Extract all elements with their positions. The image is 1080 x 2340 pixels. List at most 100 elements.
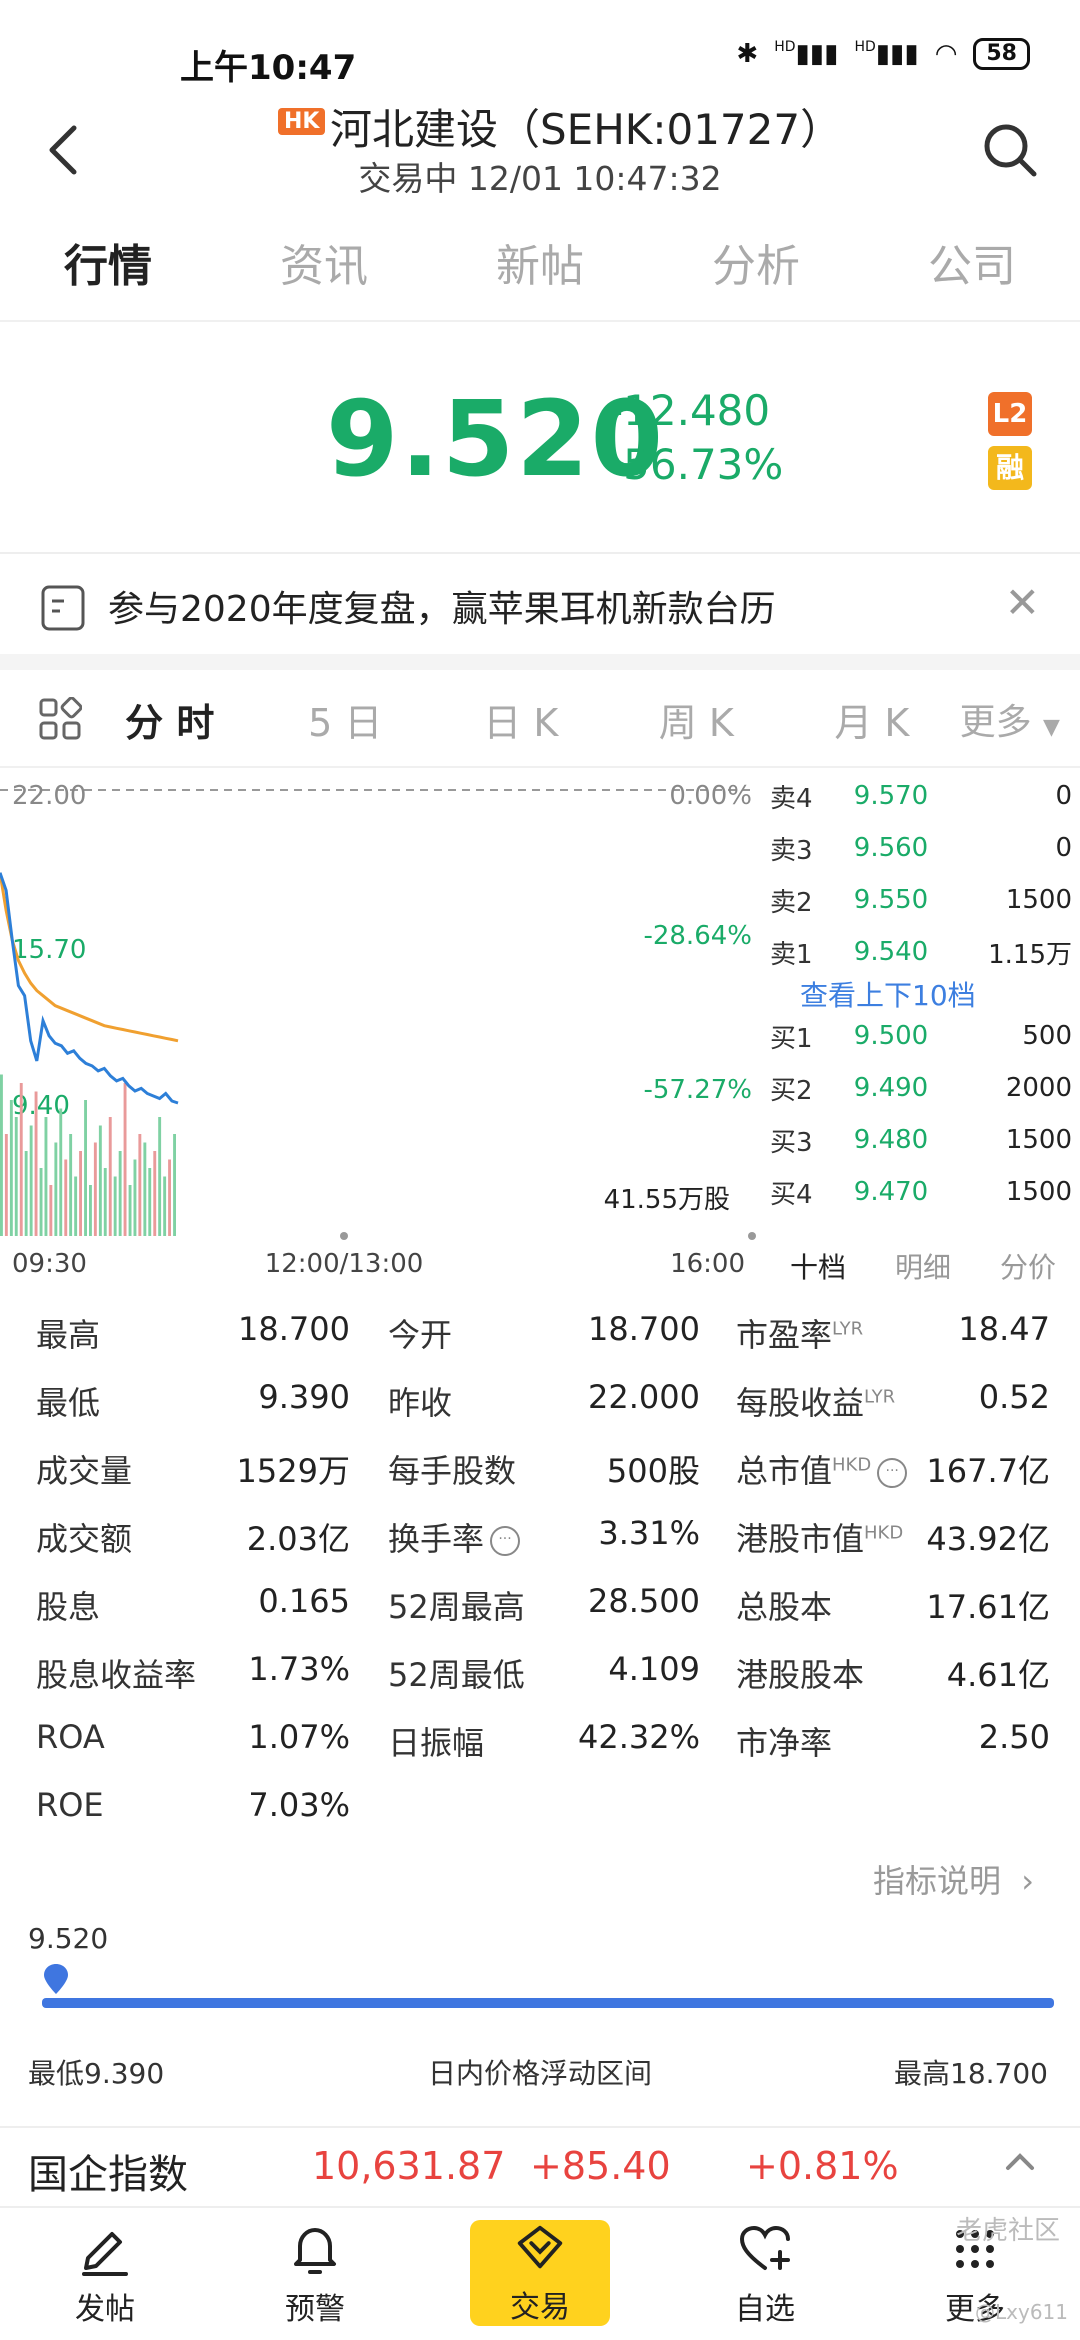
volume-bar <box>84 1100 87 1236</box>
volume-bar <box>19 1083 23 1236</box>
stat-row: ROE 7.03% <box>0 1786 1080 1854</box>
chart-tab-monthly[interactable]: 月 K <box>784 692 960 747</box>
stat-label-text: 港股股本 <box>736 1656 865 1694</box>
index-ticker[interactable]: 国企指数 10,631.87 +85.40 +0.81% <box>0 2126 1080 2204</box>
stat-label-text: 换手率 <box>388 1520 485 1558</box>
ask-side: 卖1 <box>770 939 813 970</box>
diamond-icon <box>517 2225 563 2269</box>
stat-row: ROA 1.07% 日振幅 42.32% 市净率 2.50 <box>0 1718 1080 1786</box>
view-10-levels-link[interactable]: 查看上下10档 <box>800 974 976 1014</box>
chart-tab-more-label: 更多 <box>959 702 1032 743</box>
intraday-chart[interactable]: 22.00 15.70 9.40 0.00% -28.64% -57.27% 4… <box>0 770 760 1290</box>
index-value: 10,631.87 <box>312 2144 506 2188</box>
tab-posts[interactable]: 新帖 <box>432 232 648 320</box>
nav-alert[interactable]: 预警 <box>210 2208 420 2340</box>
more-info-icon[interactable]: ··· <box>490 1526 521 1556</box>
volume-bar <box>133 1159 137 1236</box>
volume-bar <box>143 1142 147 1236</box>
bid-side: 买4 <box>770 1179 813 1210</box>
ask-price: 9.540 <box>853 937 929 967</box>
chart-tab-5day[interactable]: 5 日 <box>258 692 434 747</box>
stat-value: 0.165 <box>258 1582 350 1620</box>
nav-trade-label: 交易 <box>510 2290 570 2325</box>
stat-value: 7.03% <box>248 1786 350 1824</box>
ob-tab-10-levels[interactable]: 十档 <box>790 1246 846 1286</box>
ask-side: 卖2 <box>770 887 813 918</box>
stat-row: 最高 18.700 今开 18.700 市盈率LYR 18.47 <box>0 1310 1080 1378</box>
stat-value: 28.500 <box>588 1582 700 1620</box>
stat-label-text: 日振幅 <box>388 1724 485 1762</box>
stat-label: 市盈率LYR <box>736 1310 863 1356</box>
range-low: 最低9.390 <box>28 2057 165 2090</box>
ask-row: 卖4 9.570 0 <box>770 776 1072 816</box>
tab-quote[interactable]: 行情 <box>0 232 216 320</box>
status-time: 上午10:47 <box>180 48 357 88</box>
order-book-tabs: 十档 明细 分价 <box>790 1246 1080 1286</box>
tab-analysis[interactable]: 分析 <box>648 232 864 320</box>
stat-label: 成交量 <box>36 1446 132 1492</box>
stat-label: 每手股数 <box>388 1446 516 1492</box>
banner-text: 参与2020年度复盘，赢苹果耳机新款台历 <box>108 589 776 630</box>
stat-label-text: 今开 <box>388 1316 453 1354</box>
location-pin-icon <box>44 1964 69 1994</box>
chart-tab-intraday[interactable]: 分 时 <box>82 692 258 747</box>
stat-label: ROE <box>36 1786 104 1824</box>
nav-post-label: 发帖 <box>75 2292 135 2327</box>
bid-volume: 500 <box>1022 1021 1072 1051</box>
bid-side: 买2 <box>770 1075 813 1106</box>
stat-label: 52周最高 <box>388 1582 525 1628</box>
ob-tab-price-dist[interactable]: 分价 <box>1000 1246 1056 1286</box>
ask-volume: 0 <box>1055 833 1072 863</box>
status-icons: ✱ HD▮▮▮ HD▮▮▮ ◠ 58 <box>736 38 1030 70</box>
stat-row: 股息收益率 1.73% 52周最低 4.109 港股股本 4.61亿 <box>0 1650 1080 1718</box>
x-label-open: 09:30 <box>12 1249 87 1279</box>
ob-tab-details[interactable]: 明细 <box>895 1246 951 1286</box>
tab-news[interactable]: 资讯 <box>216 232 432 320</box>
stat-label-text: 最高 <box>36 1316 101 1354</box>
volume-bar <box>93 1142 97 1236</box>
indicator-help-link[interactable]: 指标说明 › <box>873 1856 1034 1902</box>
nav-trade[interactable]: 交易 <box>470 2220 610 2326</box>
chart-tab-daily[interactable]: 日 K <box>433 692 609 747</box>
stat-label-text: 总股本 <box>736 1588 833 1626</box>
margin-badge[interactable]: 融 <box>988 446 1032 490</box>
stat-label: 每股收益LYR <box>736 1378 895 1424</box>
bid-price: 9.500 <box>853 1021 929 1051</box>
tab-company[interactable]: 公司 <box>864 232 1080 320</box>
level2-badge[interactable]: L2 <box>988 392 1032 436</box>
volume-bar <box>69 1134 73 1236</box>
more-info-icon[interactable]: ··· <box>877 1458 908 1488</box>
volume-bar <box>108 1117 112 1236</box>
chart-tab-weekly[interactable]: 周 K <box>609 692 785 747</box>
stat-label-text: ROE <box>36 1786 104 1824</box>
y-pct-mid: -28.64% <box>643 921 752 951</box>
stat-value: 2.03亿 <box>246 1520 350 1558</box>
stat-currency-sup: HKD <box>864 1522 904 1544</box>
chevron-up-icon[interactable] <box>1000 2142 1040 2182</box>
nav-watchlist[interactable]: 自选 <box>660 2208 870 2340</box>
battery-icon: 58 <box>973 38 1030 70</box>
range-current-price: 9.520 <box>28 1922 109 1955</box>
bid-row: 买1 9.500 500 <box>770 1016 1072 1056</box>
grid-icon[interactable] <box>38 697 82 741</box>
stat-label: 今开 <box>388 1310 452 1356</box>
close-icon[interactable]: ✕ <box>1005 578 1040 627</box>
bid-volume: 1500 <box>1005 1177 1072 1207</box>
x-label-mid: 12:00/13:00 <box>265 1249 424 1279</box>
triangle-down-icon: ▼ <box>1043 715 1060 740</box>
promo-banner[interactable]: 参与2020年度复盘，赢苹果耳机新款台历 ✕ <box>0 552 1080 654</box>
change-amount: -12.480 <box>608 386 771 435</box>
search-icon[interactable] <box>980 120 1040 180</box>
signal-icon-1: HD▮▮▮ <box>774 39 839 69</box>
calendar-icon <box>41 585 85 631</box>
stat-label-text: 52周最低 <box>388 1656 525 1694</box>
volume-label: 41.55万股 <box>604 1185 730 1215</box>
section-divider <box>0 654 1080 670</box>
ask-volume: 1500 <box>1005 885 1072 915</box>
stat-label-text: 股息收益率 <box>36 1656 197 1694</box>
chart-tab-more[interactable]: 更多 ▼ <box>960 693 1080 745</box>
nav-post[interactable]: 发帖 <box>0 2208 210 2340</box>
volume-bar <box>9 1100 13 1236</box>
stock-title: 河北建设（SEHK:01727） <box>330 105 843 154</box>
stat-label-text: 昨收 <box>388 1384 453 1422</box>
